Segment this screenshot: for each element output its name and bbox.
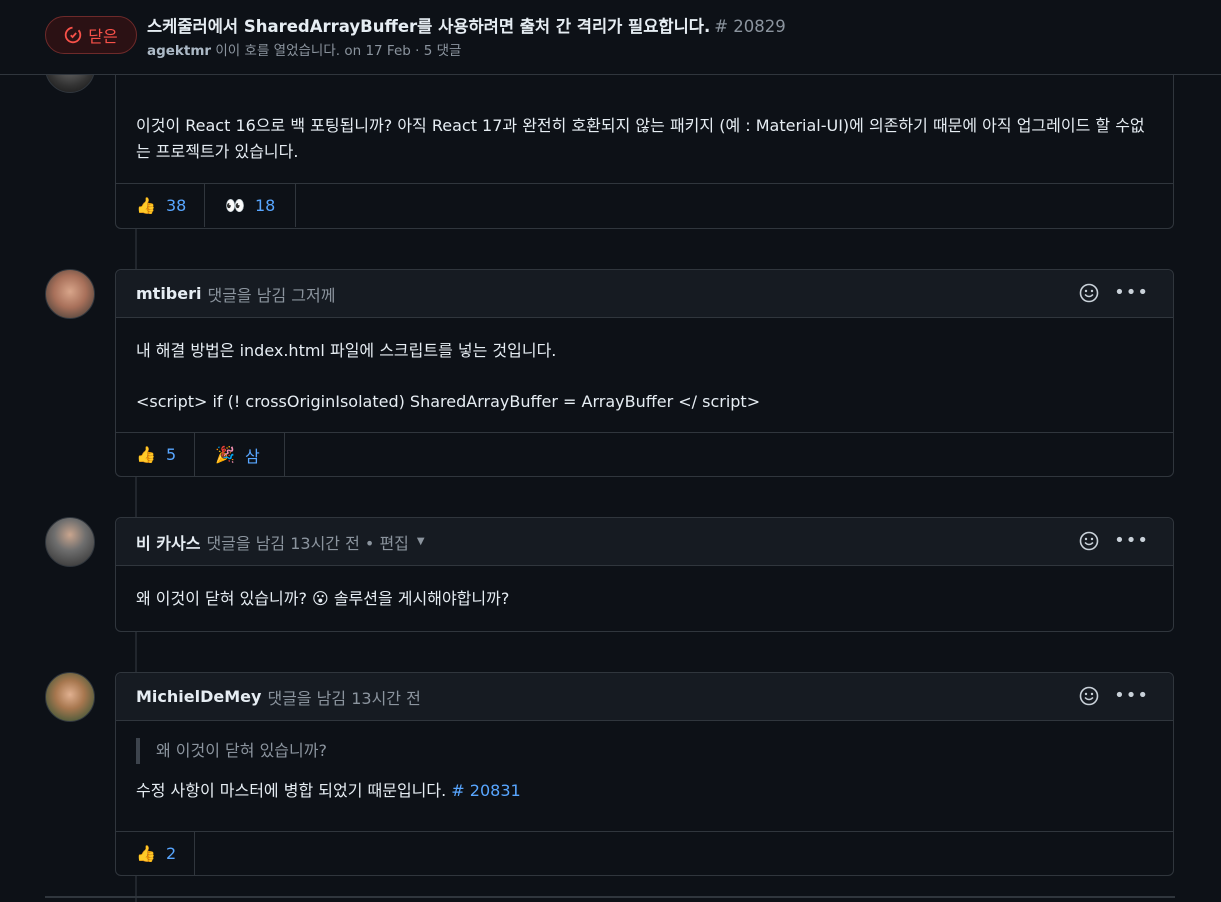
thumbs-up-reaction[interactable]: 👍 2 [116,832,195,875]
comment-header: 비 카사스 댓글을 남김 13시간 전 • 편집 ▼ ••• [116,518,1173,566]
thumbs-up-icon: 👍 [136,196,156,215]
thumbs-up-icon: 👍 [136,445,156,464]
comment-body-text: 왜 이것이 닫혀 있습니까? [136,589,307,608]
comment-author[interactable]: MichielDeMey [136,687,261,706]
issue-meta-text: 이이 호를 열었습니다. on 17 Feb · 5 댓글 [215,43,462,59]
thumbs-up-icon: 👍 [136,844,156,863]
avatar[interactable] [45,672,95,722]
blockquote: 왜 이것이 닫혀 있습니까? [136,738,1153,764]
reaction-count: 2 [166,844,177,863]
issue-author-link[interactable]: agektmr [147,43,211,59]
add-reaction-icon[interactable] [1078,685,1100,707]
pull-request-link[interactable]: # 20831 [451,781,520,800]
comment-card: 비 카사스 댓글을 남김 13시간 전 • 편집 ▼ ••• 왜 이것이 닫혀 … [115,517,1174,632]
party-popper-icon: 🎉 [215,445,235,464]
more-options-icon[interactable]: ••• [1114,530,1149,552]
comment-body-code-line: <script> if (! crossOriginIsolated) Shar… [136,392,761,411]
comment-body-text: 솔루션을 게시해야합니까? [333,589,510,608]
add-reaction-icon[interactable] [1078,530,1100,552]
comment-body-line: 수정 사항이 마스터에 병합 되었기 때문입니다. # 20831 [136,778,1153,804]
comment-meta: 댓글을 남김 13시간 전 [267,688,421,708]
hooray-reaction[interactable]: 🎉 삼 [195,433,285,476]
issue-meta: agektmr 이이 호를 열었습니다. on 17 Feb · 5 댓글 [147,39,461,59]
comment-body: 왜 이것이 닫혀 있습니까? 수정 사항이 마스터에 병합 되었기 때문입니다.… [116,721,1173,804]
reactions-bar: 👍 38 👀 18 [116,183,1173,227]
comment-body: 왜 이것이 닫혀 있습니까? 😮 솔루션을 게시해야합니까? [116,566,1173,612]
edit-history-caret-icon[interactable]: ▼ [417,536,425,547]
comment-actions: ••• [1078,685,1149,707]
reaction-count: 삼 [245,446,260,466]
issue-title: 스케줄러에서 SharedArrayBuffer를 사용하려면 출처 간 격리가… [147,13,786,37]
comment-body-text: 이것이 React 16으로 백 포팅됩니까? 아직 React 17과 완전히… [136,116,1145,161]
timeline-divider [45,896,1175,898]
closed-state-badge: 닫은 [45,16,137,54]
add-reaction-icon[interactable] [1078,282,1100,304]
reactions-bar: 👍 2 [116,831,1173,875]
comment-header: MichielDeMey 댓글을 남김 13시간 전 ••• [116,673,1173,721]
eyes-reaction[interactable]: 👀 18 [205,184,296,227]
reaction-count: 5 [166,445,177,464]
eyes-icon: 👀 [225,196,245,215]
more-options-icon[interactable]: ••• [1114,282,1149,304]
comment-header: mtiberi 댓글을 남김 그저께 ••• [116,270,1173,318]
thumbs-up-reaction[interactable]: 👍 5 [116,433,195,476]
comment-body-line: 내 해결 방법은 index.html 파일에 스크립트를 넣는 것입니다. [136,341,557,360]
issue-number: # 20829 [714,17,786,36]
comment-actions: ••• [1078,530,1149,552]
issue-title-text: 스케줄러에서 SharedArrayBuffer를 사용하려면 출처 간 격리가… [147,17,711,36]
reactions-bar: 👍 5 🎉 삼 [116,432,1173,476]
reaction-count: 38 [166,196,187,215]
thumbs-up-reaction[interactable]: 👍 38 [116,184,205,227]
astonished-emoji-icon: 😮 [312,589,329,608]
avatar[interactable] [45,269,95,319]
more-options-icon[interactable]: ••• [1114,685,1149,707]
comment-body: 이것이 React 16으로 백 포팅됩니까? 아직 React 17과 완전히… [116,113,1173,165]
sticky-issue-header: 닫은 스케줄러에서 SharedArrayBuffer를 사용하려면 출처 간 … [0,0,1221,75]
avatar[interactable] [45,517,95,567]
comment-author[interactable]: 비 카사스 [136,530,200,554]
comment-card: MichielDeMey 댓글을 남김 13시간 전 ••• 왜 이것이 닫혀 … [115,672,1174,876]
issue-closed-icon [65,26,82,44]
comment-actions: ••• [1078,282,1149,304]
comment-body-text: 수정 사항이 마스터에 병합 되었기 때문입니다. [136,781,447,800]
comment-author[interactable]: mtiberi [136,284,201,303]
reaction-count: 18 [255,196,276,215]
comment-card: mtiberi 댓글을 남김 그저께 ••• 내 해결 방법은 index.ht… [115,269,1174,477]
state-label: 닫은 [88,27,118,46]
comment-body: 내 해결 방법은 index.html 파일에 스크립트를 넣는 것입니다. <… [116,318,1173,415]
comment-meta: 댓글을 남김 13시간 전 • 편집 [206,533,409,553]
comment-meta: 댓글을 남김 그저께 [207,285,336,305]
